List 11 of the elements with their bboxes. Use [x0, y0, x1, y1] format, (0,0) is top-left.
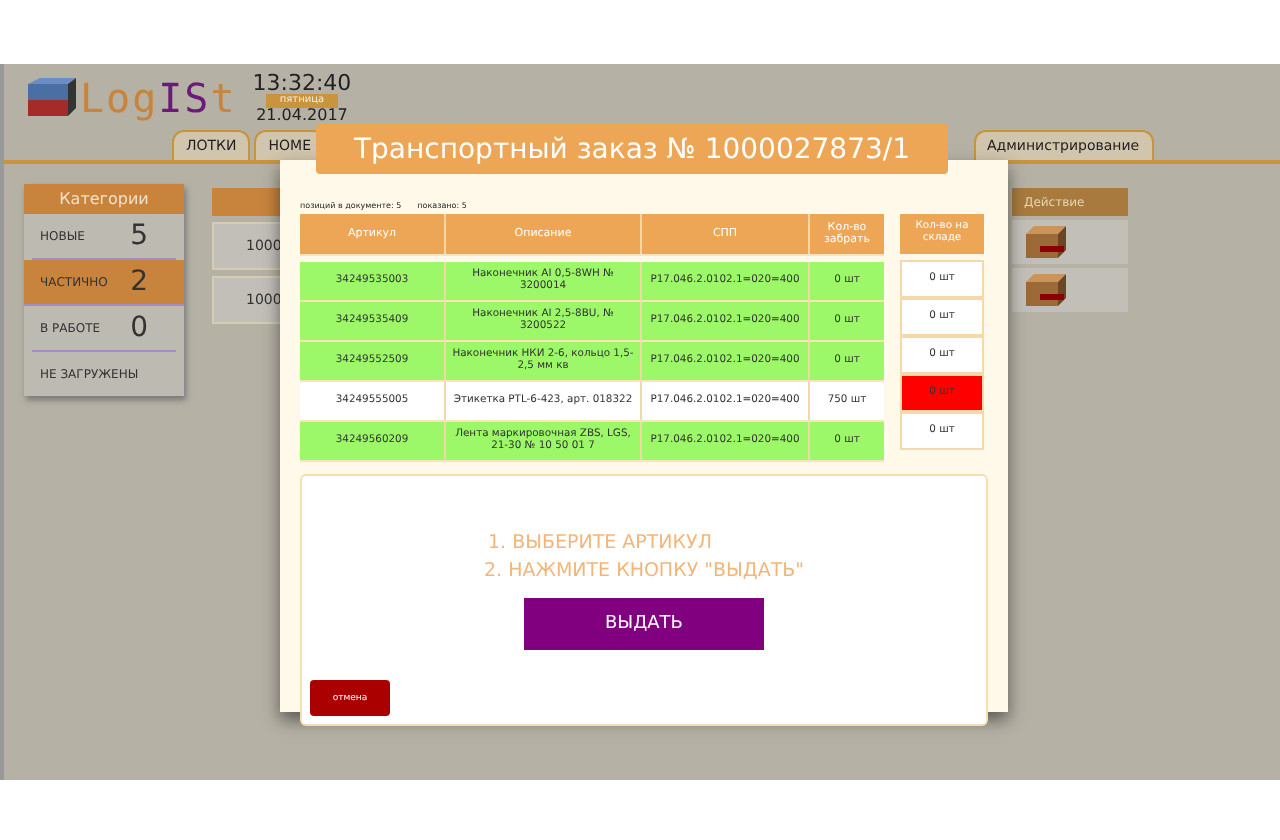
logo-text: Log ISt — [80, 74, 237, 122]
instruction-text: 1. ВЫБЕРИТЕ АРТИКУЛ — [487, 530, 712, 558]
box-icon[interactable] — [1024, 224, 1068, 260]
dialog-title: Транспортный заказ № 1000027873/1 — [316, 124, 948, 174]
box-icon[interactable] — [1024, 272, 1068, 308]
clock-date: 21.04.2017 — [256, 108, 348, 124]
instruction-text: 2. НАЖМИТЕ КНОПКУ "ВЫДАТЬ" — [483, 557, 805, 586]
issue-button[interactable]: ВЫДАТЬ — [524, 597, 764, 650]
stacked-boxes-icon — [24, 76, 76, 120]
panel-title: Категории — [24, 184, 184, 214]
clock-time: 13:32:40 — [252, 72, 352, 94]
